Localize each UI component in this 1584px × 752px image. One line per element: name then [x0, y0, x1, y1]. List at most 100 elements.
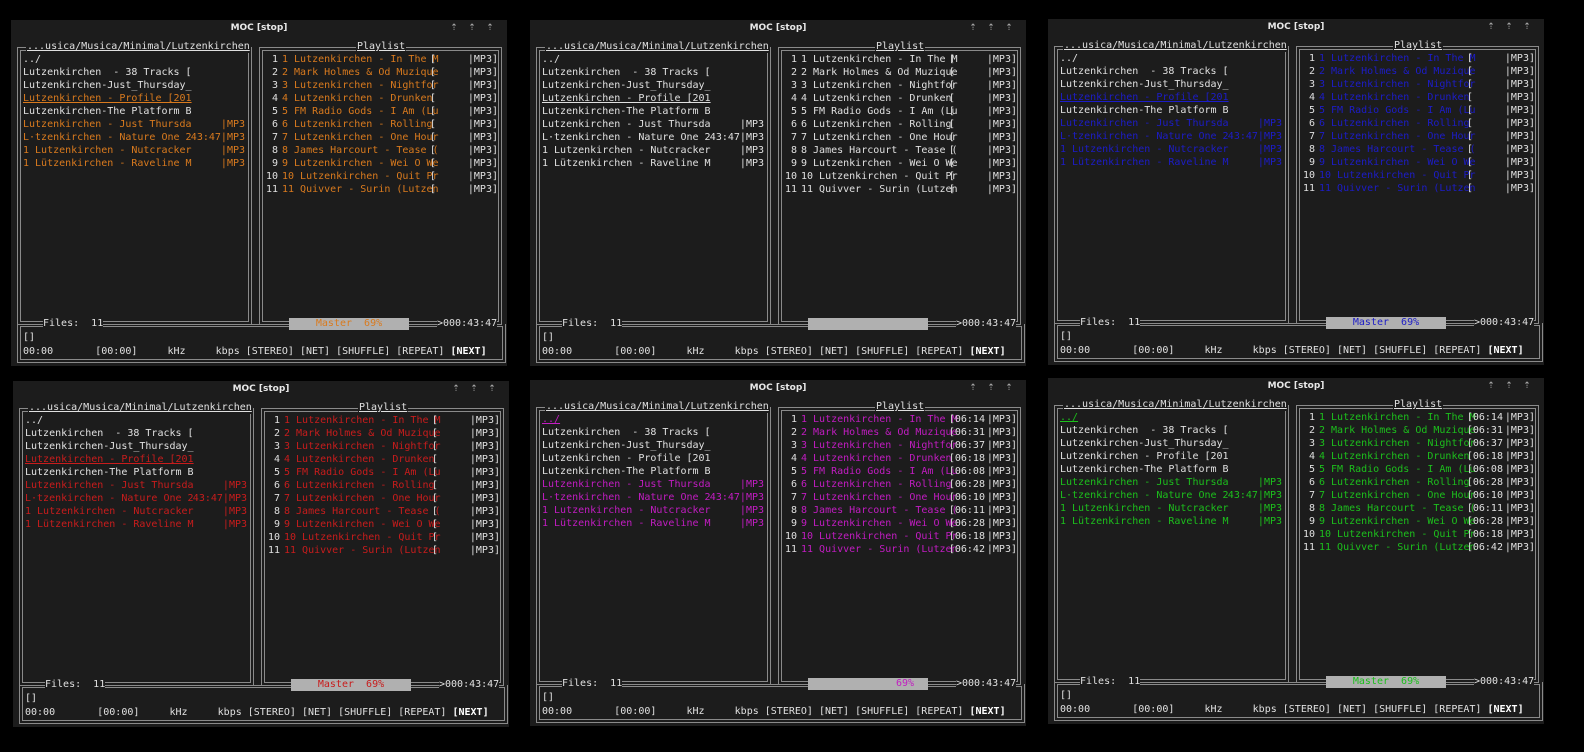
mixer-bar[interactable]: Master 69%	[1326, 317, 1446, 329]
playlist-item[interactable]: 9 9 Lutzenkirchen - Wei O We[|MP3]	[1301, 156, 1535, 169]
playlist-item[interactable]: 4 4 Lutzenkirchen - Drunken [|MP3]	[264, 92, 498, 105]
moc-window-mono[interactable]: MOC [stop] ⇡ ⇡ ⇡ ...usica/Musica/Minimal/Lut…	[530, 20, 1026, 366]
playlist-item[interactable]: 7 7 Lutzenkirchen - One Hour[|MP3]	[266, 492, 500, 505]
directory-item[interactable]: ../	[1060, 52, 1282, 65]
mixer-bar[interactable]	[808, 318, 928, 330]
directory-item[interactable]: 1 Lutzenkirchen - Nutcracker |MP3	[542, 504, 764, 517]
directory-item[interactable]: Lutzenkirchen-Just_Thursday_	[25, 440, 247, 453]
maximize-icon[interactable]: ⇡	[465, 381, 483, 397]
minimize-icon[interactable]: ⇡	[447, 381, 465, 397]
playlist-panel[interactable]: Playlist 1 1 Lutzenkirchen - In The M [06:1…	[1296, 399, 1539, 683]
directory-item[interactable]: Lutzenkirchen - Just Thursda |MP3	[23, 118, 245, 131]
directory-item[interactable]: 1 Lützenkirchen - Raveline M |MP3	[542, 157, 764, 170]
directory-item[interactable]: Lutzenkirchen - Just Thursda |MP3	[1060, 476, 1282, 489]
playlist-item[interactable]: 2 2 Mark Holmes & Od Muzique[|MP3]	[1301, 65, 1535, 78]
directory-item[interactable]: Lutzenkirchen-Just_Thursday_	[542, 79, 764, 92]
playlist-item[interactable]: 2 2 Mark Holmes & Od Muzique[|MP3]	[266, 427, 500, 440]
close-icon[interactable]: ⇡	[481, 20, 499, 36]
directory-item[interactable]: Lutzenkirchen - 38 Tracks [	[23, 66, 245, 79]
playlist-item[interactable]: 3 3 Lutzenkirchen - Nightfor[|MP3]	[1301, 78, 1535, 91]
directory-item[interactable]: Lutzenkirchen-The Platform B	[542, 465, 764, 478]
minimize-icon[interactable]: ⇡	[964, 20, 982, 36]
playlist-item[interactable]: 3 3 Lutzenkirchen - Nightfor [06:37 |MP3]	[1301, 437, 1535, 450]
playlist-item[interactable]: 1 1 Lutzenkirchen - In The M [06:14 |MP3]	[1301, 411, 1535, 424]
moc-window-magenta[interactable]: MOC [stop] ⇡ ⇡ ⇡ ...usica/Musica/Minimal/Lut…	[530, 380, 1026, 726]
directory-item[interactable]: 1 Lutzenkirchen - Nutcracker |MP3	[23, 144, 245, 157]
mixer-bar[interactable]: Master 69%	[291, 679, 411, 691]
directory-item[interactable]: Lutzenkirchen - Just Thursda |MP3	[25, 479, 247, 492]
playlist-item[interactable]: 11 11 Quivver - Surin (Lutzen [06:42 |MP3]	[1301, 541, 1535, 554]
playlist-item[interactable]: 3 3 Lutzenkirchen - Nightfor[|MP3]	[783, 79, 1017, 92]
playlist-item[interactable]: 4 4 Lutzenkirchen - Drunken [|MP3]	[1301, 91, 1535, 104]
playlist-item[interactable]: 6 6 Lutzenkirchen - Rolling [06:28 |MP3]	[783, 478, 1017, 491]
directory-item[interactable]: L·tzenkirchen - Nature One 2 43:47|MP3	[1060, 130, 1282, 143]
playlist-item[interactable]: 4 4 Lutzenkirchen - Drunken [06:18 |MP3]	[1301, 450, 1535, 463]
playlist-item[interactable]: 4 4 Lutzenkirchen - Drunken [|MP3]	[783, 92, 1017, 105]
directory-item[interactable]: Lutzenkirchen-The Platform B	[1060, 463, 1282, 476]
playlist-item[interactable]: 1 1 Lutzenkirchen - In The M[|MP3]	[783, 53, 1017, 66]
playlist-item[interactable]: 7 7 Lutzenkirchen - One Hour[|MP3]	[783, 131, 1017, 144]
playlist-item[interactable]: 5 5 FM Radio Gods - I Am (Lu[|MP3]	[264, 105, 498, 118]
directory-panel[interactable]: ...usica/Musica/Minimal/Lutzenkirchen ../…	[536, 41, 771, 325]
directory-item[interactable]: Lutzenkirchen - 38 Tracks [	[25, 427, 247, 440]
playlist-item[interactable]: 7 7 Lutzenkirchen - One Hour[|MP3]	[1301, 130, 1535, 143]
directory-item[interactable]: Lutzenkirchen - 38 Tracks [	[1060, 424, 1282, 437]
playlist-item[interactable]: 5 5 FM Radio Gods - I Am (Lu [06:08 |MP3]	[1301, 463, 1535, 476]
moc-window-orange[interactable]: MOC [stop] ⇡ ⇡ ⇡ ...usica/Musica/Minimal/Lut…	[11, 20, 507, 366]
directory-item[interactable]: Lutzenkirchen - Just Thursda |MP3	[542, 478, 764, 491]
close-icon[interactable]: ⇡	[1518, 378, 1536, 394]
playlist-item[interactable]: 8 8 James Harcourt - Tease ([|MP3]	[783, 144, 1017, 157]
playlist-panel[interactable]: Playlist 1 1 Lutzenkirchen - In The M [06:1…	[778, 401, 1021, 685]
maximize-icon[interactable]: ⇡	[982, 20, 1000, 36]
playlist-item[interactable]: 1 1 Lutzenkirchen - In The M[|MP3]	[1301, 52, 1535, 65]
playlist-item[interactable]: 11 11 Quivver - Surin (Lutzen[|MP3]	[264, 183, 498, 196]
playlist-item[interactable]: 1 1 Lutzenkirchen - In The M[|MP3]	[266, 414, 500, 427]
playlist-item[interactable]: 9 9 Lutzenkirchen - Wei O We [06:28 |MP3]	[1301, 515, 1535, 528]
playlist-item[interactable]: 4 4 Lutzenkirchen - Drunken [06:18 |MP3]	[783, 452, 1017, 465]
playlist-item[interactable]: 10 10 Lutzenkirchen - Quit Pr[|MP3]	[1301, 169, 1535, 182]
playlist-item[interactable]: 4 4 Lutzenkirchen - Drunken [|MP3]	[266, 453, 500, 466]
playlist-item[interactable]: 3 3 Lutzenkirchen - Nightfor [06:37 |MP3]	[783, 439, 1017, 452]
directory-item[interactable]: L·tzenkirchen - Nature One 2 43:47|MP3	[1060, 489, 1282, 502]
directory-item[interactable]: 1 Lützenkirchen - Raveline M |MP3	[542, 517, 764, 530]
maximize-icon[interactable]: ⇡	[1500, 19, 1518, 35]
directory-item[interactable]: Lutzenkirchen - Just Thursda |MP3	[1060, 117, 1282, 130]
minimize-icon[interactable]: ⇡	[1482, 19, 1500, 35]
playlist-item[interactable]: 3 3 Lutzenkirchen - Nightfor[|MP3]	[264, 79, 498, 92]
maximize-icon[interactable]: ⇡	[1500, 378, 1518, 394]
playlist-panel[interactable]: Playlist 1 1 Lutzenkirchen - In The M[|MP3…	[259, 41, 502, 325]
directory-item[interactable]: 1 Lutzenkirchen - Nutcracker |MP3	[1060, 502, 1282, 515]
playlist-item[interactable]: 6 6 Lutzenkirchen - Rolling [|MP3]	[264, 118, 498, 131]
playlist-item[interactable]: 9 9 Lutzenkirchen - Wei O We[|MP3]	[783, 157, 1017, 170]
directory-item[interactable]: Lutzenkirchen - Profile [201	[542, 92, 764, 105]
directory-item[interactable]: 1 Lutzenkirchen - Nutcracker |MP3	[25, 505, 247, 518]
playlist-item[interactable]: 11 11 Quivver - Surin (Lutzen[|MP3]	[266, 544, 500, 557]
playlist-item[interactable]: 8 8 James Harcourt - Tease ([06:11 |MP3]	[1301, 502, 1535, 515]
playlist-item[interactable]: 9 9 Lutzenkirchen - Wei O We[|MP3]	[266, 518, 500, 531]
playlist-item[interactable]: 8 8 James Harcourt - Tease ([|MP3]	[264, 144, 498, 157]
directory-item[interactable]: L·tzenkirchen - Nature One 2 43:47|MP3	[542, 131, 764, 144]
minimize-icon[interactable]: ⇡	[964, 380, 982, 396]
playlist-item[interactable]: 1 1 Lutzenkirchen - In The M [06:14 |MP3]	[783, 413, 1017, 426]
directory-item[interactable]: Lutzenkirchen-The Platform B	[1060, 104, 1282, 117]
directory-item[interactable]: 1 Lützenkirchen - Raveline M |MP3	[1060, 515, 1282, 528]
playlist-item[interactable]: 10 10 Lutzenkirchen - Quit Pr[|MP3]	[264, 170, 498, 183]
playlist-item[interactable]: 7 7 Lutzenkirchen - One Hour [06:10 |MP3]	[1301, 489, 1535, 502]
moc-window-red[interactable]: MOC [stop] ⇡ ⇡ ⇡ ...usica/Musica/Minimal/Lut…	[13, 381, 509, 727]
playlist-item[interactable]: 5 5 FM Radio Gods - I Am (Lu[|MP3]	[783, 105, 1017, 118]
playlist-item[interactable]: 8 8 James Harcourt - Tease ([|MP3]	[266, 505, 500, 518]
playlist-item[interactable]: 2 2 Mark Holmes & Od Muzique [06:31 |MP3]	[783, 426, 1017, 439]
playlist-item[interactable]: 5 5 FM Radio Gods - I Am (Lu[|MP3]	[266, 466, 500, 479]
playlist-item[interactable]: 9 9 Lutzenkirchen - Wei O We [06:28 |MP3]	[783, 517, 1017, 530]
directory-item[interactable]: ../	[542, 413, 764, 426]
directory-item[interactable]: Lutzenkirchen-The Platform B	[25, 466, 247, 479]
directory-item[interactable]: Lutzenkirchen - Profile [201	[23, 92, 245, 105]
directory-panel[interactable]: ...usica/Musica/Minimal/Lutzenkirchen ../…	[19, 402, 254, 686]
playlist-item[interactable]: 10 10 Lutzenkirchen - Quit Pr [06:18 |MP3]	[1301, 528, 1535, 541]
minimize-icon[interactable]: ⇡	[1482, 378, 1500, 394]
playlist-item[interactable]: 5 5 FM Radio Gods - I Am (Lu [06:08 |MP3]	[783, 465, 1017, 478]
playlist-item[interactable]: 8 8 James Harcourt - Tease ([|MP3]	[1301, 143, 1535, 156]
playlist-panel[interactable]: Playlist 1 1 Lutzenkirchen - In The M[|MP3…	[261, 402, 504, 686]
directory-item[interactable]: Lutzenkirchen - Profile [201	[1060, 91, 1282, 104]
directory-item[interactable]: Lutzenkirchen - Profile [201	[1060, 450, 1282, 463]
